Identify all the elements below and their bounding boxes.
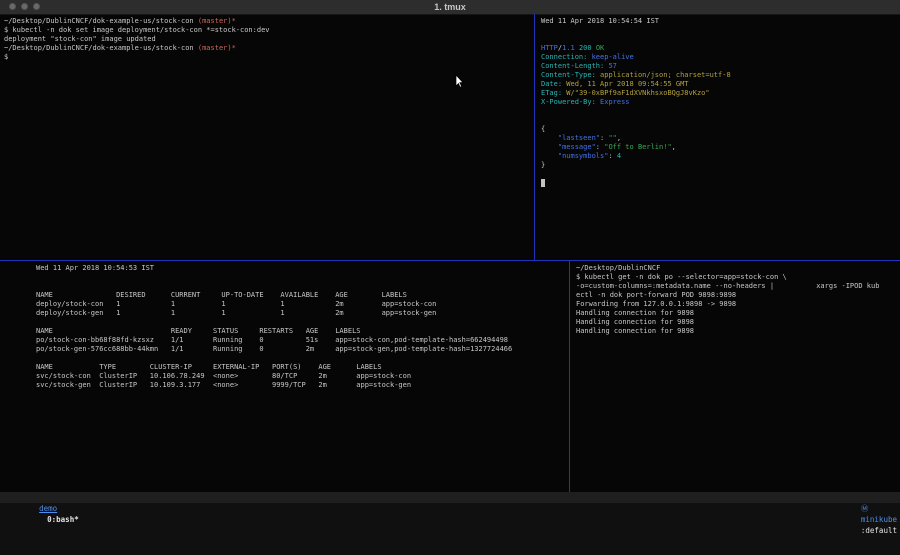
terminal-line: deploy/stock-con 1 1 1 1 2m app=stock-co… xyxy=(36,300,566,309)
terminal-line xyxy=(36,273,566,282)
terminal-line: ~/Desktop/DublinCNCF xyxy=(576,264,898,273)
terminal-line: $ kubectl get -n dok po --selector=app=s… xyxy=(576,273,898,282)
terminal-pane-top-left[interactable]: ~/Desktop/DublinCNCF/dok-example-us/stoc… xyxy=(4,17,529,259)
terminal-line: Forwarding from 127.0.0.1:9898 -> 9898 xyxy=(576,300,898,309)
terminal-pane-bottom-left[interactable]: Wed 11 Apr 2018 10:54:53 IST NAME DESIRED… xyxy=(36,264,566,492)
terminal-line: Handling connection for 9898 xyxy=(576,309,898,318)
pane-divider-vertical-bottom[interactable] xyxy=(569,261,570,492)
terminal-line xyxy=(541,170,898,179)
terminal-line: ~/Desktop/DublinCNCF/dok-example-us/stoc… xyxy=(4,17,529,26)
terminal-line: { xyxy=(541,125,898,134)
tmux-session-name: demo xyxy=(39,504,57,513)
terminal-line: Handling connection for 9898 xyxy=(576,327,898,336)
mouse-cursor xyxy=(455,75,464,88)
tmux-status-bar: demo 0:bash* Ⓜ minikube :default xyxy=(0,492,900,503)
terminal-line: -o=custom-columns=:metadata.name --no-he… xyxy=(576,282,898,291)
terminal-line: "numsymbols": 4 xyxy=(541,152,898,161)
terminal-line: svc/stock-con ClusterIP 10.106.78.249 <n… xyxy=(36,372,566,381)
terminal-line: Wed 11 Apr 2018 10:54:54 IST xyxy=(541,17,898,26)
terminal-line: "lastseen": "", xyxy=(541,134,898,143)
terminal-line xyxy=(541,116,898,125)
terminal-line xyxy=(541,35,898,44)
minikube-icon: Ⓜ xyxy=(861,504,869,513)
terminal-line: po/stock-gen-576cc688bb-44kmn 1/1 Runnin… xyxy=(36,345,566,354)
terminal-line xyxy=(36,354,566,363)
terminal-line xyxy=(36,318,566,327)
desktop: 1. tmux ~/Desktop/DublinCNCF/dok-example… xyxy=(0,0,900,555)
terminal-line: Content-Type: application/json; charset=… xyxy=(541,71,898,80)
terminal-line: ~/Desktop/DublinCNCF/dok-example-us/stoc… xyxy=(4,44,529,53)
tmux-status-right: Ⓜ minikube :default xyxy=(825,492,900,503)
terminal-line: "message": "Off to Berlin!", xyxy=(541,143,898,152)
terminal-window: 1. tmux ~/Desktop/DublinCNCF/dok-example… xyxy=(0,0,900,503)
terminal-line: Date: Wed, 11 Apr 2018 09:54:55 GMT xyxy=(541,80,898,89)
terminal-pane-bottom-right[interactable]: ~/Desktop/DublinCNCF$ kubectl get -n dok… xyxy=(576,264,898,492)
terminal-pane-top-right[interactable]: Wed 11 Apr 2018 10:54:54 IST HTTP/1.1 200… xyxy=(541,17,898,259)
window-titlebar[interactable]: 1. tmux xyxy=(0,0,900,15)
terminal-line: svc/stock-gen ClusterIP 10.109.3.177 <no… xyxy=(36,381,566,390)
terminal-line: NAME TYPE CLUSTER-IP EXTERNAL-IP PORT(S)… xyxy=(36,363,566,372)
terminal-line: Content-Length: 57 xyxy=(541,62,898,71)
terminal-line: Handling connection for 9898 xyxy=(576,318,898,327)
terminal-line: HTTP/1.1 200 OK xyxy=(541,44,898,53)
kube-namespace-label: :default xyxy=(861,526,897,535)
terminal-line: NAME DESIRED CURRENT UP-TO-DATE AVAILABL… xyxy=(36,291,566,300)
terminal-line: } xyxy=(541,161,898,170)
terminal-line: Connection: keep-alive xyxy=(541,53,898,62)
terminal-line xyxy=(36,282,566,291)
terminal-line: NAME READY STATUS RESTARTS AGE LABELS xyxy=(36,327,566,336)
terminal-line: $ kubectl -n dok set image deployment/st… xyxy=(4,26,529,35)
window-title: 1. tmux xyxy=(0,2,900,12)
tmux-window-tab[interactable]: 0:bash* xyxy=(47,515,79,524)
terminal-line: ETag: W/"39-0xBPf9aF1dXVNkhsxoBQgJ8vKzo" xyxy=(541,89,898,98)
tmux-status-left: demo 0:bash* xyxy=(0,492,79,503)
terminal-line: deployment "stock-con" image updated xyxy=(4,35,529,44)
terminal-line: Wed 11 Apr 2018 10:54:53 IST xyxy=(36,264,566,273)
terminal-line xyxy=(541,107,898,116)
terminal-line: po/stock-con-bb68f88fd-kzsxz 1/1 Running… xyxy=(36,336,566,345)
kube-context-label: minikube xyxy=(861,515,897,524)
pane-divider-vertical-top[interactable] xyxy=(534,14,535,260)
terminal-line xyxy=(541,179,898,188)
terminal-line: deploy/stock-gen 1 1 1 1 2m app=stock-ge… xyxy=(36,309,566,318)
terminal-line: $ xyxy=(4,53,529,62)
terminal-line xyxy=(541,26,898,35)
terminal-line: ectl -n dok port-forward POD 9898:9898 xyxy=(576,291,898,300)
pane-divider-horizontal[interactable] xyxy=(0,260,900,261)
terminal-line: X-Powered-By: Express xyxy=(541,98,898,107)
